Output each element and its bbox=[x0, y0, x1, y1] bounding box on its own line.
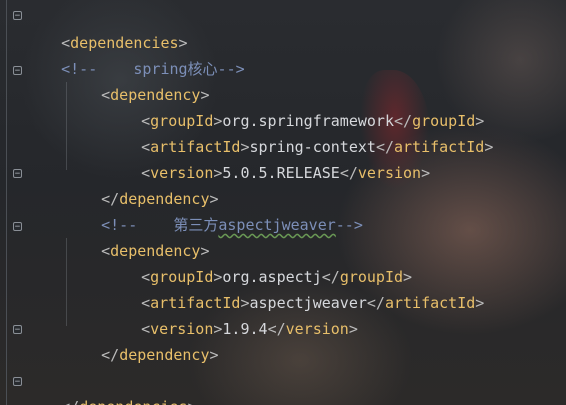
fold-toggle-dependencies[interactable]: − bbox=[13, 11, 22, 21]
code-line[interactable]: </dependency> bbox=[65, 160, 218, 208]
fold-end-dependencies[interactable]: − bbox=[13, 377, 22, 387]
fold-toggle-dependency[interactable]: − bbox=[13, 222, 22, 232]
tag-bracket: > bbox=[188, 398, 197, 405]
comment-misspelled-word: aspectjweaver bbox=[218, 216, 336, 234]
code-line[interactable]: <version>5.0.5.RELEASE</version> bbox=[105, 134, 430, 182]
tag-bracket: > bbox=[348, 320, 358, 338]
code-line[interactable]: <version>1.9.4</version> bbox=[105, 290, 358, 338]
tag-name: version bbox=[285, 320, 349, 338]
code-line[interactable]: <groupId>org.aspectj</groupId> bbox=[105, 238, 412, 286]
element-value: 1.9.4 bbox=[222, 320, 268, 338]
code-editor[interactable]: − − − − − − <dependencies> <!-- spring核心… bbox=[0, 0, 566, 405]
tag-bracket: </ bbox=[339, 164, 358, 182]
tag-name: artifactId bbox=[384, 294, 476, 312]
code-line[interactable]: <dependency> bbox=[65, 56, 209, 104]
tag-bracket: > bbox=[421, 164, 431, 182]
code-line[interactable]: <artifactId>spring-context</artifactId> bbox=[105, 108, 493, 156]
code-line[interactable]: <groupId>org.springframework</groupId> bbox=[105, 82, 484, 130]
tag-name: dependencies bbox=[79, 398, 187, 405]
tag-bracket: > bbox=[484, 138, 494, 156]
tag-bracket: </ bbox=[267, 320, 286, 338]
code-line[interactable]: </dependencies> bbox=[25, 368, 196, 405]
tag-name: dependency bbox=[119, 346, 210, 364]
code-line[interactable]: <!-- spring核心--> bbox=[25, 30, 245, 78]
tag-bracket: > bbox=[209, 346, 219, 364]
tag-bracket: </ bbox=[366, 294, 385, 312]
element-value: 5.0.5.RELEASE bbox=[222, 164, 340, 182]
tag-bracket: </ bbox=[61, 398, 79, 405]
tag-bracket: </ bbox=[101, 346, 120, 364]
code-line[interactable]: <!-- 第三方aspectjweaver--> bbox=[65, 186, 363, 234]
fold-end-dependency[interactable]: − bbox=[13, 325, 22, 335]
tag-name: version bbox=[357, 164, 422, 182]
code-line[interactable]: <dependencies> bbox=[25, 4, 187, 52]
code-line[interactable]: <dependency> bbox=[65, 212, 209, 260]
gutter-line bbox=[6, 0, 7, 405]
fold-end-dependency[interactable]: − bbox=[13, 169, 22, 179]
comment: --> bbox=[335, 216, 363, 234]
tag-bracket: > bbox=[475, 294, 485, 312]
fold-toggle-dependency[interactable]: − bbox=[13, 66, 22, 76]
code-line[interactable]: </dependency> bbox=[65, 316, 218, 364]
code-line[interactable]: <artifactId>aspectjweaver</artifactId> bbox=[105, 264, 484, 312]
